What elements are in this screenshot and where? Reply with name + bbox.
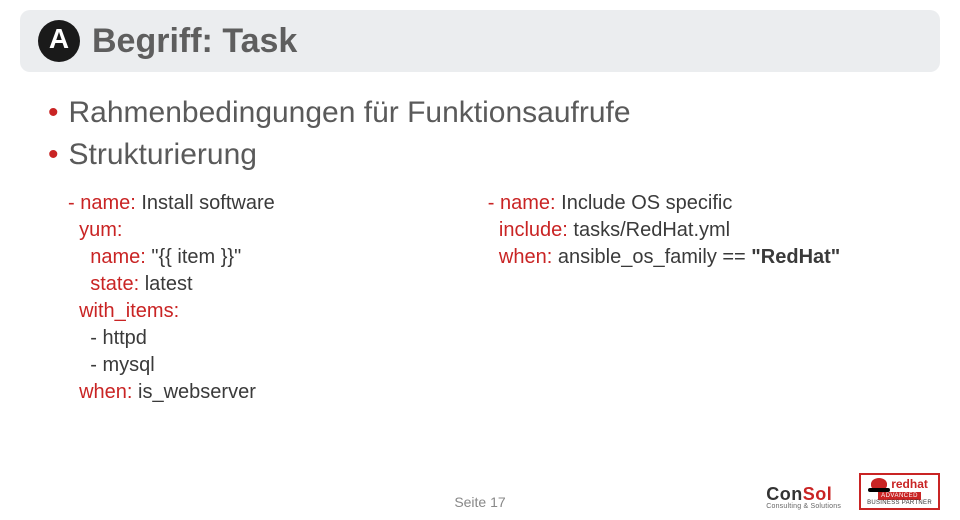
- page-title: Begriff: Task: [92, 22, 297, 61]
- code-token: "RedHat": [751, 246, 840, 268]
- code-token: Install software: [136, 192, 275, 214]
- consol-wordmark: ConSol: [766, 484, 832, 505]
- consol-sol: Sol: [803, 484, 833, 504]
- bullet-text: Strukturierung: [69, 138, 257, 172]
- redhat-wordmark: redhat: [891, 477, 928, 491]
- bullet-item: • Strukturierung: [48, 138, 912, 172]
- bullet-text: Rahmenbedingungen für Funktionsaufrufe: [69, 96, 631, 130]
- code-token: - name:: [488, 192, 556, 214]
- ansible-icon: A: [38, 20, 80, 62]
- content-area: • Rahmenbedingungen für Funktionsaufrufe…: [0, 72, 960, 406]
- consol-con: Con: [766, 484, 803, 504]
- code-token: with_items:: [68, 300, 179, 322]
- code-block-right: - name: Include OS specific include: tas…: [488, 190, 910, 406]
- code-token: include:: [488, 219, 568, 241]
- redhat-business-partner-label: BUSINESS PARTNER: [867, 500, 932, 506]
- bullet-dot-icon: •: [48, 140, 59, 170]
- code-token: when:: [68, 381, 132, 403]
- redhat-hat-icon: [871, 478, 887, 490]
- code-token: tasks/RedHat.yml: [568, 219, 730, 241]
- code-token: yum:: [68, 219, 122, 241]
- redhat-logo: redhat ADVANCED BUSINESS PARTNER: [859, 473, 940, 510]
- footer-logos: ConSol Consulting & Solutions redhat ADV…: [766, 473, 940, 510]
- code-block-left: - name: Install software yum: name: "{{ …: [68, 190, 448, 406]
- title-band: A Begriff: Task: [20, 10, 940, 72]
- code-columns: - name: Install software yum: name: "{{ …: [48, 190, 912, 406]
- page-number: Seite 17: [454, 494, 505, 510]
- redhat-top-row: redhat: [871, 477, 928, 491]
- code-token: "{{ item }}": [146, 246, 241, 268]
- code-token: ansible_os_family ==: [552, 246, 751, 268]
- code-token: is_webserver: [132, 381, 255, 403]
- slide: A Begriff: Task • Rahmenbedingungen für …: [0, 10, 960, 520]
- code-token: - name:: [68, 192, 136, 214]
- redhat-advanced-label: ADVANCED: [878, 492, 921, 500]
- consol-subtitle: Consulting & Solutions: [766, 503, 841, 510]
- code-token: name:: [68, 246, 146, 268]
- bullet-dot-icon: •: [48, 98, 59, 128]
- ansible-icon-letter: A: [49, 23, 69, 55]
- bullet-item: • Rahmenbedingungen für Funktionsaufrufe: [48, 96, 912, 130]
- code-token: Include OS specific: [556, 192, 733, 214]
- code-token: - mysql: [68, 354, 155, 376]
- consol-logo: ConSol Consulting & Solutions: [766, 484, 841, 510]
- code-token: state:: [68, 273, 139, 295]
- code-token: when:: [488, 246, 552, 268]
- code-token: latest: [139, 273, 192, 295]
- code-token: - httpd: [68, 327, 147, 349]
